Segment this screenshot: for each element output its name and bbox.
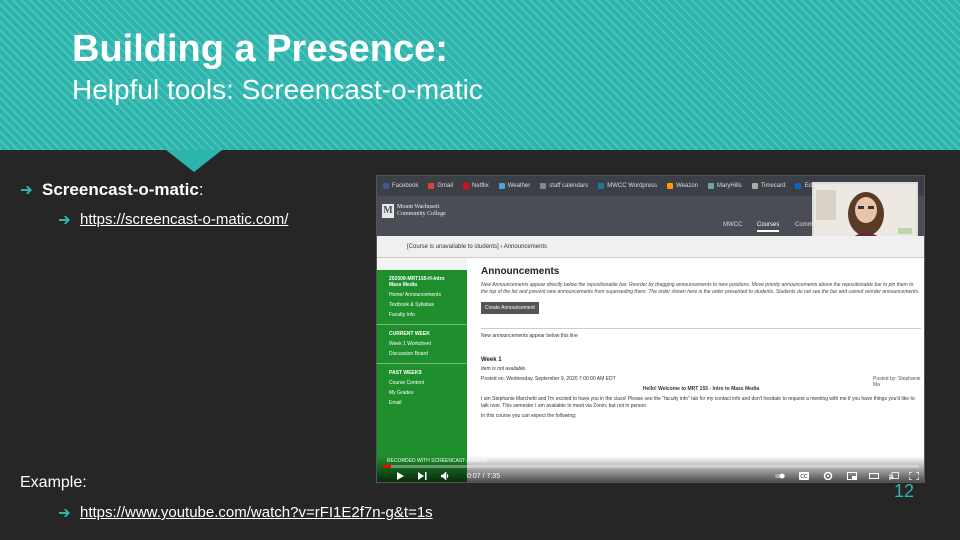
sidebar-section: CURRENT WEEK xyxy=(377,324,467,339)
fullscreen-icon[interactable] xyxy=(909,472,919,480)
college-name: Mount Wachusett Community College xyxy=(397,204,446,217)
course-sidebar: 202009-MRT155-H-Intro Mass Media Home/ A… xyxy=(377,258,467,482)
bullet-example-link: https://www.youtube.com/watch?v=rFI1E2f7… xyxy=(58,504,433,521)
announcements-panel: Announcements New Announcements appear d… xyxy=(481,266,921,420)
play-icon[interactable] xyxy=(395,472,405,480)
nav-mwcc[interactable]: MWCC xyxy=(723,222,742,228)
nav-courses[interactable]: Courses xyxy=(757,222,780,232)
sidebar-item[interactable]: Faculty Info xyxy=(377,310,467,320)
item-status: Item is not available. xyxy=(481,366,527,372)
bookmark-item[interactable]: Timecard xyxy=(751,183,785,189)
bookmark-item[interactable]: Weather xyxy=(498,183,530,189)
autoplay-toggle-icon[interactable] xyxy=(775,472,785,480)
bookmark-item[interactable]: Netflix xyxy=(463,183,489,189)
bookmark-item[interactable]: MWCC Wordpress xyxy=(598,183,657,189)
hand-pointer-icon xyxy=(21,186,32,194)
posted-on: Posted on: Wednesday, September 9, 2020 … xyxy=(481,376,616,382)
announcements-title: Announcements xyxy=(481,266,560,277)
logo-mark: M xyxy=(382,204,394,218)
header-notch xyxy=(166,150,222,172)
college-logo[interactable]: M Mount Wachusett Community College xyxy=(382,204,457,218)
sidebar-item[interactable]: Home/ Announcements xyxy=(377,290,467,300)
bookmark-item[interactable]: staff calendars xyxy=(540,183,588,189)
sidebar-item[interactable]: My Grades xyxy=(377,388,467,398)
hello-line: Hello! Welcome to MRT 155 - Intro to Mas… xyxy=(642,386,760,392)
bookmark-item[interactable]: Weazon xyxy=(667,183,698,189)
theater-mode-icon[interactable] xyxy=(869,472,879,480)
breadcrumb: [Course is unavailable to students] › An… xyxy=(377,236,924,258)
next-icon[interactable] xyxy=(417,472,427,480)
sidebar-section: PAST WEEKS xyxy=(377,363,467,378)
video-progress-bar[interactable] xyxy=(383,465,919,468)
captions-icon[interactable]: CC xyxy=(799,472,809,480)
presenter-avatar-icon xyxy=(814,184,916,244)
posted-by: Posted by: Stephanie Ma xyxy=(873,376,921,388)
miniplayer-icon[interactable] xyxy=(847,472,857,480)
youtube-link[interactable]: https://www.youtube.com/watch?v=rFI1E2f7… xyxy=(80,504,433,521)
bookmark-item[interactable]: MaryHills xyxy=(708,183,742,189)
sidebar-item[interactable]: Textbook & Syllabus xyxy=(377,300,467,310)
video-screenshot[interactable]: Facebook Gmail Netflix Weather staff cal… xyxy=(376,175,925,483)
slide-subtitle: Helpful tools: Screencast-o-matic xyxy=(72,74,483,105)
slide-title: Building a Presence: xyxy=(72,28,448,70)
sidebar-item[interactable]: Week 1 Worksheet xyxy=(377,339,467,349)
sidebar-item[interactable]: Course Content xyxy=(377,378,467,388)
example-label: Example: xyxy=(20,474,87,491)
bullet-label: Screencast-o-matic xyxy=(42,180,199,199)
page-number: 12 xyxy=(894,481,915,501)
create-announcement-button[interactable]: Create Announcement xyxy=(481,302,539,314)
sidebar-toolbar xyxy=(377,258,467,270)
bookmark-item[interactable]: Gmail xyxy=(428,183,453,189)
video-time: 0:07 / 7:35 xyxy=(467,473,501,480)
video-controls: RECORDED WITH SCREENCAST-O-MATIC 0:07 / … xyxy=(377,456,924,482)
sidebar-course-title[interactable]: 202009-MRT155-H-Intro Mass Media xyxy=(377,270,467,290)
recorded-with-label: RECORDED WITH SCREENCAST-O-MATIC xyxy=(387,458,488,464)
settings-icon[interactable] xyxy=(823,472,833,480)
cast-icon[interactable] xyxy=(889,472,899,480)
volume-icon[interactable] xyxy=(441,472,451,480)
announcements-intro: New Announcements appear directly below … xyxy=(481,282,920,295)
hand-pointer-icon xyxy=(59,508,70,517)
expect-line: In this course you can expect the follow… xyxy=(481,413,577,419)
screencast-link[interactable]: https://screencast-o-matic.com/ xyxy=(80,211,288,228)
nav-community[interactable]: Comm xyxy=(795,222,813,228)
bullet-screencast: Screencast-o-matic: xyxy=(20,180,204,200)
bullet-link: https://screencast-o-matic.com/ xyxy=(58,211,288,228)
bullet-colon: : xyxy=(198,180,204,199)
sidebar-item[interactable]: Email xyxy=(377,398,467,408)
new-announcements-divider: New announcements appear below this line xyxy=(481,328,921,339)
sidebar-item[interactable]: Discussion Board xyxy=(377,349,467,359)
video-progress-fill xyxy=(383,465,392,468)
bookmark-item[interactable]: Facebook xyxy=(383,183,418,189)
hand-pointer-icon xyxy=(59,215,70,224)
announcement-body: I am Stephanie Marchetti and I'm excited… xyxy=(481,396,915,409)
announcement-title: Week 1 xyxy=(481,357,502,363)
svg-text:CC: CC xyxy=(800,474,808,480)
